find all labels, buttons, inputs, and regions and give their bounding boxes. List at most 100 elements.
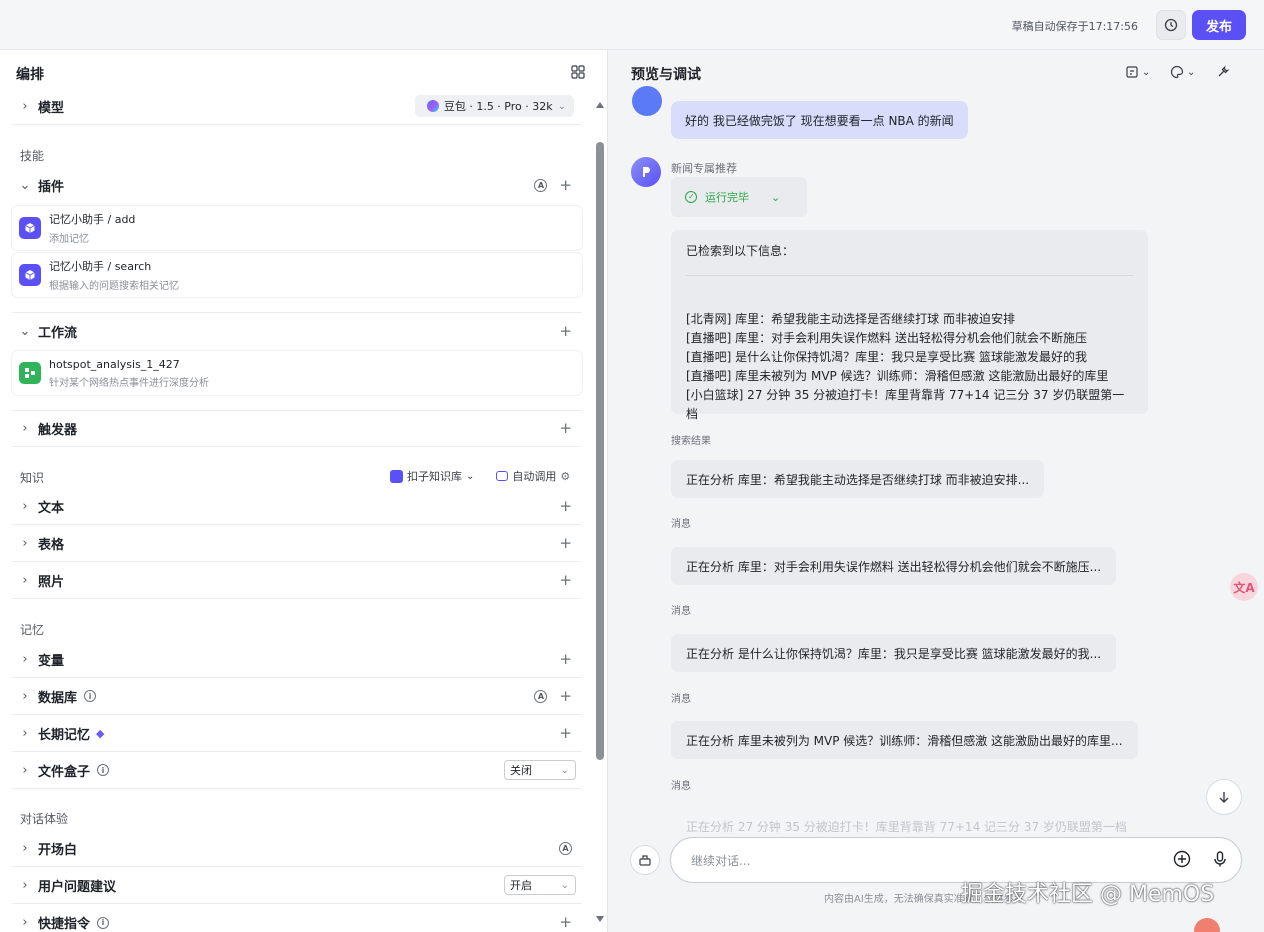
add-text-icon[interactable]: + [559,498,572,514]
model-row[interactable]: › 模型 豆包 · 1.5 · Pro · 32k ⌄ [12,88,582,125]
add-database-icon[interactable]: + [559,688,572,704]
workflow-card[interactable]: hotspot_analysis_1_427 针对某个网络热点事件进行深度分析 [12,351,582,395]
suggestions-select[interactable]: 开启 ⌄ [504,875,576,895]
knowledge-item-label: 照片 [38,574,65,590]
opening-label: 开场白 [38,842,78,858]
chevron-down-icon: ⌄ [771,190,781,204]
message-label: 消息 [671,519,691,530]
preview-debug-panel: 预览与调试 ⌄ ⌄ 好的 我已经做完饭了 现在想要看一点 NBA 的新闻 新闻专… [609,50,1264,932]
new-chat-button[interactable] [630,845,660,875]
publish-button[interactable]: 发布 [1192,10,1246,40]
message-label: 消息 [671,781,691,792]
run-status-card[interactable]: ✓ 运行完毕 ⌄ [671,177,807,217]
chevron-right-icon: › [22,688,28,704]
variable-row[interactable]: › 变量 + [12,641,582,678]
debug-icon [1126,66,1138,78]
add-shortcut-icon[interactable]: + [559,915,572,930]
filebox-select[interactable]: 关闭 ⌄ [504,760,576,780]
analysis-message: 正在分析 库里未被列为 MVP 候选？训练师：滑稽但感激 这能激励出最好的库里.… [671,721,1138,759]
result-line: [北青网] 库里：希望我能主动选择是否继续打球 而非被迫安排 [686,312,1015,326]
trigger-row[interactable]: › 触发器 + [12,410,582,447]
suggestions-row[interactable]: › 用户问题建议 开启 ⌄ [12,867,582,904]
auto-icon[interactable]: A [559,841,572,855]
add-circle-icon[interactable] [1173,850,1191,868]
shortcuts-row[interactable]: › 快捷指令 i + [12,904,582,932]
plugins-label: 插件 [38,180,65,195]
add-variable-icon[interactable]: + [559,651,572,667]
plugins-row[interactable]: ⌄ 插件 A + [12,167,582,204]
chevron-down-icon: ⌄ [560,764,569,776]
bot-name: 新闻专属推荐 [671,162,737,175]
chevron-right-icon: › [22,535,28,551]
debug-options-button[interactable]: ⌄ [1125,65,1150,79]
settings-gear-icon[interactable]: ⚙ [560,470,570,483]
layout-grid-icon[interactable] [571,65,585,79]
plugin-desc: 添加记忆 [49,234,89,245]
info-icon[interactable]: i [97,916,110,929]
shortcuts-label: 快捷指令 [38,917,91,932]
filebox-row[interactable]: › 文件盒子 i 关闭 ⌄ [12,752,582,789]
auto-call-setting[interactable]: 自动调用 ⚙ [496,468,570,484]
database-row[interactable]: › 数据库 i A + [12,678,582,715]
workflow-desc: 针对某个网络热点事件进行深度分析 [49,377,209,389]
info-icon[interactable]: i [84,690,97,702]
knowledge-section-title: 知识 [20,471,45,485]
knowledge-text-row[interactable]: › 文本 + [12,488,582,525]
long-term-memory-label: 长期记忆 [38,727,91,743]
add-trigger-icon[interactable]: + [559,421,572,436]
scroll-to-bottom-button[interactable] [1206,779,1242,815]
add-workflow-icon[interactable]: + [559,323,572,339]
result-intro: 已检索到以下信息： [686,244,795,258]
search-result-message: 已检索到以下信息： [北青网] 库里：希望我能主动选择是否继续打球 而非被迫安排… [671,230,1148,421]
panel-title: 编排 [16,67,44,83]
tools-button[interactable] [1216,65,1230,79]
chevron-right-icon: › [22,762,28,778]
chevron-down-icon: ⌄ [466,470,475,482]
knowledge-photo-row[interactable]: › 照片 + [12,562,582,599]
history-button[interactable] [1156,10,1186,40]
top-bar: 草稿自动保存于17:17:56 发布 [0,0,1264,50]
scroll-up-arrow[interactable] [596,102,604,108]
add-long-term-memory-icon[interactable]: + [559,725,572,741]
microphone-icon[interactable] [1211,850,1229,868]
opening-row[interactable]: › 开场白 A [12,830,582,867]
knowledge-item-label: 文本 [38,500,65,516]
plugin-card[interactable]: 记忆小助手 / add 添加记忆 [12,206,582,250]
diamond-icon: ◆ [96,726,105,740]
scroll-down-arrow[interactable] [596,916,604,922]
knowledge-table-row[interactable]: › 表格 + [12,525,582,562]
plugin-name: 记忆小助手 / search [49,260,152,273]
faded-message: 正在分析 27 分钟 35 分被迫打卡！库里背靠背 77+14 记三分 37 岁… [686,820,1127,834]
chevron-down-icon: ⌄ [560,879,569,891]
skin-options-button[interactable]: ⌄ [1170,65,1195,79]
scrollbar-thumb[interactable] [596,142,604,760]
broom-icon [639,855,651,866]
run-status: 运行完毕 [705,191,749,204]
add-table-icon[interactable]: + [559,535,572,551]
analysis-message: 正在分析 是什么让你保持饥渴？库里：我只是享受比赛 篮球能激发最好的我... [671,634,1117,672]
long-term-memory-row[interactable]: › 长期记忆 ◆ + [12,715,582,752]
auto-icon[interactable]: A [534,179,548,192]
history-icon [1164,18,1178,32]
auto-icon[interactable]: A [534,689,548,703]
filebox-value: 关闭 [510,764,532,777]
arrow-down-icon [1219,792,1229,803]
model-selector[interactable]: 豆包 · 1.5 · Pro · 32k ⌄ [414,95,574,117]
add-photo-icon[interactable]: + [559,572,572,588]
model-value: 豆包 · 1.5 · Pro · 32k [443,100,553,113]
workflow-icon [19,362,41,384]
info-icon[interactable]: i [97,764,110,776]
workflow-label: 工作流 [38,325,78,341]
message-label: 消息 [671,694,691,705]
plugin-card[interactable]: 记忆小助手 / search 根据输入的问题搜索相关记忆 [12,253,582,297]
translate-button[interactable]: 文A [1230,573,1258,601]
database-label: 数据库 [38,690,78,706]
knowledge-base-selector[interactable]: 扣子知识库 ⌄ [390,468,474,484]
plugin-cube-icon [19,264,41,286]
wrench-icon [1218,65,1230,77]
chevron-right-icon: › [22,840,28,856]
kb-label: 扣子知识库 [407,470,462,483]
add-plugin-icon[interactable]: + [559,178,572,193]
workflow-row[interactable]: ⌄ 工作流 + [12,312,582,349]
plugin-name: 记忆小助手 / add [49,213,136,226]
